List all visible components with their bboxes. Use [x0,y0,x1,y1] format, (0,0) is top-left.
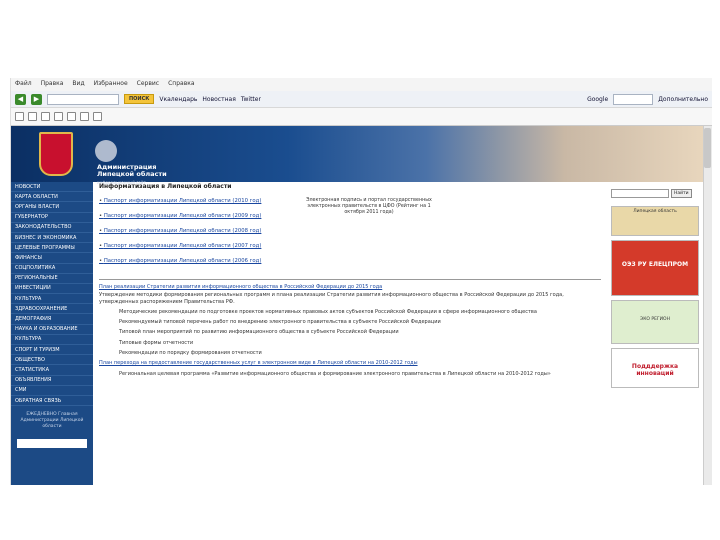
twitter-link[interactable]: Twitter [241,96,261,103]
sidebar-item[interactable]: НАУКА И ОБРАЗОВАНИЕ [11,325,93,335]
list-item: Методические рекомендации по подготовке … [119,308,537,315]
sidebar-item[interactable]: НОВОСТИ [11,182,93,193]
sidebar-item[interactable]: СПОРТ И ТУРИЗМ [11,345,93,356]
webpage: Администрация Липецкой области информаци… [11,126,703,485]
sidebar-item[interactable]: ИНВЕСТИЦИИ [11,284,93,295]
sidebar-item[interactable]: ОБЪЯВЛЕНИЯ [11,376,93,386]
sidebar-item[interactable]: ЦЕЛЕВЫЕ ПРОГРАММЫ [11,243,93,254]
list-item: Региональная целевая программа «Развитие… [119,370,551,377]
page-icon[interactable] [41,112,50,121]
sidebar-item[interactable]: КАРТА ОБЛАСТИ [11,192,93,203]
calendar-link[interactable]: Vкалендарь [159,96,197,103]
list-item: Рекомендуемый типовой перечень работ по … [119,319,441,326]
list-item: Типовой план мероприятий по развитию инф… [119,329,399,336]
sidebar-info: ЕЖЕДНЕВНО Главная Администрации Липецкой… [20,412,84,430]
list-item: Рекомендации по порядку формирования отч… [119,350,262,357]
site-title: Администрация Липецкой области [97,163,167,178]
passport-link[interactable]: Паспорт информатизации Липецкой области … [99,198,279,204]
passport-link[interactable]: Паспорт информатизации Липецкой области … [99,258,279,264]
sidebar-item[interactable]: ФИНАНСЫ [11,253,93,264]
sidebar-item[interactable]: ДЕМОГРАФИЯ [11,314,93,325]
sidebar-item[interactable]: СОЦПОЛИТИКА [11,264,93,274]
command-bar [11,108,712,126]
news-link[interactable]: Новостная [202,96,235,103]
site-search-button[interactable]: Найти [671,189,692,198]
article: План реализации Стратегии развития инфор… [99,284,601,377]
sidebar-item[interactable]: ОРГАНЫ ВЛАСТИ [11,202,93,213]
menu-edit[interactable]: Правка [41,80,64,89]
innovation-banner[interactable]: Подддержка инноваций [611,348,699,388]
help-icon[interactable] [67,112,76,121]
menu-view[interactable]: Вид [72,80,84,89]
page-scrollbar-thumb[interactable] [704,128,711,168]
counter-badge [17,439,87,449]
oez-banner[interactable]: ОЭЗ РУ ЕЛЕЦПРОМ [611,240,699,296]
yandex-search-input[interactable] [47,93,119,105]
tools-icon[interactable] [54,112,63,121]
toolbar: ◀ ▶ ПОИСК Vкалендарь Новостная Twitter G… [11,91,712,108]
menu-favorites[interactable]: Избранное [94,80,128,89]
region-banner[interactable]: Липецкая область [611,206,699,236]
coat-of-arms-icon[interactable] [39,132,73,176]
strategy-text: Утверждение методики формирования регион… [99,292,564,305]
passport-link[interactable]: Паспорт информатизации Липецкой области … [99,228,279,234]
sidebar-item[interactable]: РЕГИОНАЛЬНЫЕ [11,274,93,284]
site-search-input[interactable] [611,189,669,198]
settings-link[interactable]: Дополнительно [658,96,708,103]
browser-screenshot: Файл Правка Вид Избранное Сервис Справка… [10,78,712,485]
sidebar-item[interactable]: ОБЩЕСТВО [11,355,93,366]
mail-icon[interactable] [80,112,89,121]
sidebar-nav: НОВОСТИ КАРТА ОБЛАСТИ ОРГАНЫ ВЛАСТИ ГУБЕ… [11,182,93,485]
sidebar-item[interactable]: ГУБЕРНАТОР [11,213,93,223]
menu-help[interactable]: Справка [168,80,194,89]
eagle-icon [95,140,117,162]
forward-icon[interactable]: ▶ [31,93,42,105]
list-item: Типовые формы отчетности [119,339,194,346]
main-content: Информатизация в Липецкой области Паспор… [95,182,605,485]
print-icon[interactable] [28,112,37,121]
sidebar-item[interactable]: ОБРАТНАЯ СВЯЗЬ [11,396,93,407]
sidebar-item[interactable]: ЗАКОНОДАТЕЛЬСТВО [11,223,93,233]
home-icon[interactable] [15,112,24,121]
favorites-icon[interactable] [93,112,102,121]
passport-link[interactable]: Паспорт информатизации Липецкой области … [99,243,279,249]
back-icon[interactable]: ◀ [15,93,26,105]
sidebar-item[interactable]: КУЛЬТУРА [11,335,93,345]
strategy-link[interactable]: План реализации Стратегии развития инфор… [99,284,601,290]
search-button[interactable]: ПОИСК [124,94,155,104]
passport-link[interactable]: Паспорт информатизации Липецкой области … [99,213,279,219]
passport-section: Паспорт информатизации Липецкой области … [99,198,601,273]
sidebar-item[interactable]: ЗДРАВООХРАНЕНИЕ [11,304,93,315]
passport-note: Электронная подпись и портал государстве… [306,198,432,215]
menu-tools[interactable]: Сервис [137,80,159,89]
site-banner: Администрация Липецкой области информаци… [11,126,703,185]
sidebar-item[interactable]: КУЛЬТУРА [11,294,93,305]
sidebar-item[interactable]: СТАТИСТИКА [11,365,93,376]
menu-file[interactable]: Файл [15,80,32,89]
passport-list: Паспорт информатизации Липецкой области … [99,198,279,273]
egov-link[interactable]: План перехода на предоставление государс… [99,360,601,366]
page-scrollbar[interactable] [703,126,712,485]
menu-bar: Файл Правка Вид Избранное Сервис Справка [11,78,712,91]
sidebar-item[interactable]: СМИ [11,386,93,396]
site-search: Найти [611,189,699,198]
eco-banner[interactable]: ЭКО РЕГИОН [611,300,699,344]
right-column: Найти Липецкая область ОЭЗ РУ ЕЛЕЦПРОМ Э… [607,182,703,485]
google-search-input[interactable] [613,93,654,105]
google-label: Google [587,95,609,103]
page-title: Информатизация в Липецкой области [99,183,232,190]
sidebar-item[interactable]: БИЗНЕС И ЭКОНОМИКА [11,233,93,244]
divider [99,279,601,280]
